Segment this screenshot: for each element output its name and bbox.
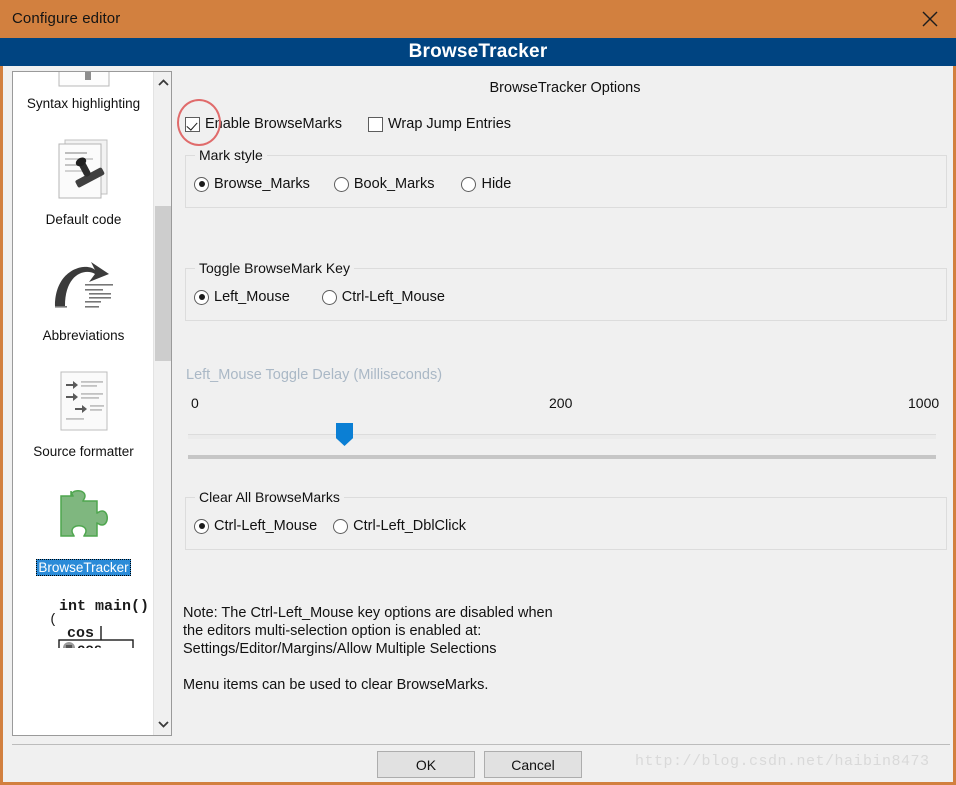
- ok-button[interactable]: OK: [377, 751, 475, 778]
- top-checkbox-row: Enable BrowseMarks Wrap Jump Entries: [185, 116, 511, 132]
- sidebar-item-label: Default code: [45, 212, 122, 227]
- sidebar-item-label: Abbreviations: [42, 328, 125, 343]
- sidebar-item-label: [82, 651, 86, 653]
- radio-label: Browse_Marks: [214, 176, 310, 192]
- delay-slider-track[interactable]: [188, 434, 936, 439]
- chevron-up-icon[interactable]: [154, 74, 171, 92]
- radio-label: Hide: [481, 176, 512, 192]
- settings-category-list[interactable]: Syntax highlighting Default code Abbrevi…: [12, 71, 172, 736]
- chevron-down-icon[interactable]: [154, 715, 171, 733]
- toggle-key-radio-row: Left_Mouse Ctrl-Left_Mouse: [194, 289, 445, 305]
- radio-clear-ctrl-left-mouse[interactable]: Ctrl-Left_Mouse: [194, 518, 317, 534]
- sidebar-item-browsetracker[interactable]: BrowseTracker: [13, 474, 154, 576]
- checkbox-label: Wrap Jump Entries: [388, 116, 512, 132]
- radio-label: Ctrl-Left_Mouse: [214, 518, 318, 534]
- delay-slider-rail: [188, 455, 936, 459]
- radio-left-mouse[interactable]: Left_Mouse: [194, 289, 290, 305]
- radio-label: Left_Mouse: [214, 289, 290, 305]
- radio-browse-marks[interactable]: Browse_Marks: [194, 176, 310, 192]
- radio-hide[interactable]: Hide: [461, 176, 511, 192]
- radio-box: [194, 176, 209, 192]
- toggle-browsemark-key-group: Toggle BrowseMark Key Left_Mouse Ctrl-Le…: [185, 260, 947, 321]
- page-title: BrowseTracker Options: [489, 80, 641, 96]
- radio-label: Ctrl-Left_DblClick: [353, 518, 466, 534]
- slider-tick-min: 0: [191, 395, 199, 411]
- delay-slider-label: Left_Mouse Toggle Delay (Milliseconds): [186, 367, 443, 383]
- syntax-highlighting-icon: [45, 72, 123, 92]
- radio-box: [194, 518, 209, 534]
- radio-ctrl-left-mouse[interactable]: Ctrl-Left_Mouse: [321, 289, 445, 305]
- enable-browsemarks-checkbox[interactable]: Enable BrowseMarks: [185, 116, 342, 132]
- close-icon[interactable]: [904, 0, 956, 38]
- sidebar-item-syntax-highlighting[interactable]: Syntax highlighting: [13, 72, 154, 112]
- options-panel: BrowseTracker Options Enable BrowseMarks…: [177, 71, 949, 736]
- radio-box: [321, 289, 337, 305]
- radio-box: [194, 289, 209, 305]
- svg-text:cos: cos: [77, 642, 102, 648]
- note-line-3: Settings/Editor/Margins/Allow Multiple S…: [183, 641, 497, 657]
- default-code-stamp-icon: [45, 132, 123, 208]
- footer-separator: [12, 744, 950, 745]
- radio-box: [461, 176, 477, 192]
- note-line-2: the editors multi-selection option is en…: [183, 623, 482, 639]
- group-legend: Mark style: [195, 147, 267, 163]
- clear-all-radio-row: Ctrl-Left_Mouse Ctrl-Left_DblClick: [194, 518, 466, 534]
- clear-all-browsemarks-group: Clear All BrowseMarks Ctrl-Left_Mouse Ct…: [185, 489, 947, 550]
- checkbox-label: Enable BrowseMarks: [205, 116, 342, 132]
- puzzle-piece-icon: [45, 480, 123, 556]
- window-title: Configure editor: [12, 10, 121, 27]
- cancel-button[interactable]: Cancel: [484, 751, 582, 778]
- radio-box: [333, 518, 349, 534]
- radio-box: [333, 176, 349, 192]
- wrap-jump-entries-checkbox[interactable]: Wrap Jump Entries: [368, 116, 511, 132]
- radio-label: Book_Marks: [353, 176, 435, 192]
- slider-tick-max: 1000: [908, 395, 940, 411]
- note-line-1: Note: The Ctrl-Left_Mouse key options ar…: [183, 605, 553, 621]
- group-legend: Clear All BrowseMarks: [195, 489, 344, 505]
- note-line-4: Menu items can be used to clear BrowseMa…: [183, 677, 489, 693]
- sidebar-item-source-formatter[interactable]: Source formatter: [13, 358, 154, 460]
- configure-editor-dialog: Configure editor BrowseTracker Syntax hi…: [0, 0, 956, 785]
- checkbox-box: [368, 116, 383, 132]
- note-text-block: Note: The Ctrl-Left_Mouse key options ar…: [183, 604, 553, 658]
- plugin-header-title: BrowseTracker: [408, 41, 548, 62]
- sidebar-item-default-code[interactable]: Default code: [13, 126, 154, 228]
- sidebar-item-label: BrowseTracker: [36, 559, 131, 576]
- svg-text:(: (: [49, 612, 57, 628]
- radio-book-marks[interactable]: Book_Marks: [333, 176, 435, 192]
- delay-slider-thumb[interactable]: [336, 423, 353, 446]
- scrollbar-thumb[interactable]: [155, 206, 171, 361]
- mark-style-radio-row: Browse_Marks Book_Marks Hide: [194, 176, 511, 192]
- sidebar-scrollbar[interactable]: [153, 72, 171, 735]
- title-bar: Configure editor: [0, 0, 956, 38]
- plugin-header-bar: BrowseTracker: [0, 38, 956, 66]
- sidebar-item-label: Source formatter: [33, 444, 134, 459]
- radio-clear-ctrl-left-dblclick[interactable]: Ctrl-Left_DblClick: [333, 518, 466, 534]
- mark-style-group: Mark style Browse_Marks Book_Marks Hide: [185, 147, 947, 208]
- svg-text:int main(): int main(): [59, 598, 149, 615]
- watermark-url: http://blog.csdn.net/haibin8473: [635, 753, 930, 770]
- abbreviations-arrow-icon: [45, 248, 123, 324]
- group-legend: Toggle BrowseMark Key: [195, 260, 354, 276]
- code-completion-icon: int main() ( cos cos: [45, 592, 149, 658]
- checkbox-box: [185, 116, 200, 132]
- settings-category-items: Syntax highlighting Default code Abbrevi…: [13, 72, 154, 735]
- sidebar-item-abbreviations[interactable]: Abbreviations: [13, 242, 154, 344]
- source-formatter-document-icon: [45, 364, 123, 440]
- sidebar-item-label: Syntax highlighting: [26, 96, 141, 111]
- radio-label: Ctrl-Left_Mouse: [341, 289, 445, 305]
- slider-tick-mid: 200: [549, 395, 573, 411]
- sidebar-item-code-completion[interactable]: int main() ( cos cos: [13, 586, 154, 658]
